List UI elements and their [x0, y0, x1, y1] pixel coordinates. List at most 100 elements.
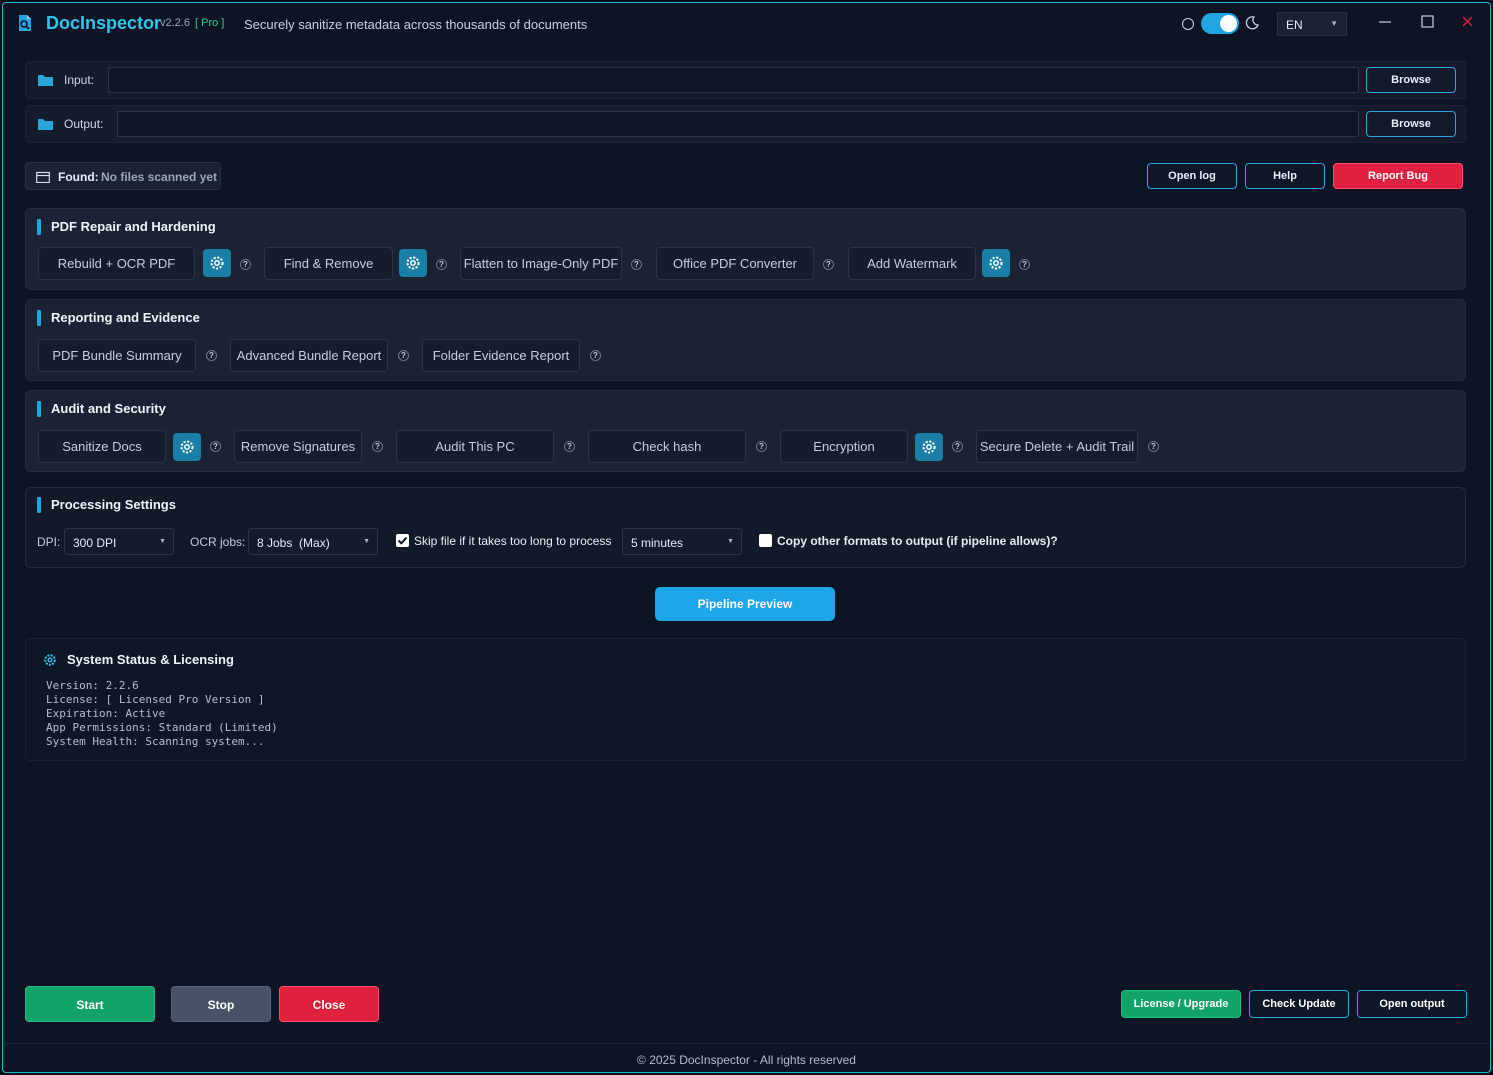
app-tagline: Securely sanitize metadata across thousa…	[244, 17, 588, 32]
find-remove-settings-button[interactable]	[399, 249, 427, 277]
input-browse-button[interactable]: Browse	[1366, 67, 1456, 93]
flatten-image-pdf-button[interactable]: Flatten to Image-Only PDF	[460, 247, 622, 280]
advanced-bundle-report-button[interactable]: Advanced Bundle Report	[230, 339, 388, 372]
help-icon[interactable]: ?	[1148, 441, 1159, 452]
timeout-value: 5 minutes	[631, 536, 684, 550]
output-row: Output: Browse	[25, 105, 1466, 143]
title-bar: DocInspector v2.2.6 [ Pro ] Securely san…	[3, 3, 1490, 45]
status-line-expiration: Expiration: Active	[46, 707, 166, 720]
help-icon[interactable]: ?	[398, 350, 409, 361]
gear-icon	[922, 440, 936, 454]
chevron-down-icon: ▼	[159, 538, 166, 545]
stop-button[interactable]: Stop	[171, 986, 271, 1022]
section-reporting: Reporting and Evidence PDF Bundle Summar…	[25, 299, 1466, 381]
section-title: Audit and Security	[51, 401, 166, 416]
watermark-settings-button[interactable]	[982, 249, 1010, 277]
section-audit-security: Audit and Security Sanitize Docs ? Remov…	[25, 390, 1466, 472]
moon-icon	[1245, 16, 1259, 30]
section-accent-bar	[37, 401, 41, 417]
ocr-jobs-select[interactable]: 8 Jobs (Max) ▼	[248, 528, 378, 555]
report-bug-button[interactable]: Report Bug	[1333, 163, 1463, 189]
help-icon[interactable]: ?	[823, 259, 834, 270]
find-remove-button[interactable]: Find & Remove	[264, 247, 393, 280]
dpi-label: DPI:	[37, 535, 61, 549]
help-icon[interactable]: ?	[206, 350, 217, 361]
toggle-knob	[1220, 15, 1237, 32]
ocr-jobs-label: OCR jobs:	[190, 535, 246, 549]
rebuild-ocr-pdf-button[interactable]: Rebuild + OCR PDF	[38, 247, 195, 280]
dpi-value: 300 DPI	[73, 536, 117, 550]
add-watermark-button[interactable]: Add Watermark	[848, 247, 976, 280]
help-icon[interactable]: ?	[1019, 259, 1030, 270]
chevron-down-icon: ▼	[363, 538, 370, 545]
section-title: PDF Repair and Hardening	[51, 219, 216, 234]
help-icon[interactable]: ?	[756, 441, 767, 452]
chevron-down-icon: ▼	[727, 538, 734, 545]
status-title: System Status & Licensing	[67, 652, 234, 667]
found-status: Found: No files scanned yet	[25, 162, 221, 190]
section-title: Processing Settings	[51, 497, 176, 512]
language-select[interactable]: EN ▼	[1277, 12, 1347, 36]
encryption-button[interactable]: Encryption	[780, 430, 908, 463]
section-pdf-repair: PDF Repair and Hardening Rebuild + OCR P…	[25, 208, 1466, 290]
help-icon[interactable]: ?	[590, 350, 601, 361]
folder-evidence-report-button[interactable]: Folder Evidence Report	[422, 339, 580, 372]
remove-signatures-button[interactable]: Remove Signatures	[234, 430, 362, 463]
close-window-button[interactable]	[1457, 11, 1479, 33]
skip-timeout-checkbox[interactable]	[396, 534, 409, 547]
input-label: Input:	[64, 73, 95, 87]
app-window: DocInspector v2.2.6 [ Pro ] Securely san…	[2, 2, 1491, 1073]
help-icon[interactable]: ?	[631, 259, 642, 270]
sanitize-docs-button[interactable]: Sanitize Docs	[38, 430, 166, 463]
timeout-select[interactable]: 5 minutes ▼	[622, 528, 742, 555]
gear-icon	[44, 654, 56, 666]
audit-this-pc-button[interactable]: Audit This PC	[396, 430, 554, 463]
processing-settings: Processing Settings DPI: 300 DPI ▼ OCR j…	[25, 487, 1466, 568]
close-button[interactable]: Close	[279, 986, 379, 1022]
section-title: Reporting and Evidence	[51, 310, 200, 325]
help-button[interactable]: Help	[1245, 163, 1325, 189]
output-label: Output:	[64, 117, 104, 131]
minimize-button[interactable]	[1374, 11, 1396, 33]
help-icon[interactable]: ?	[436, 259, 447, 270]
found-value: No files scanned yet	[101, 170, 218, 184]
app-version: v2.2.6	[160, 17, 190, 29]
gear-icon	[989, 256, 1003, 270]
status-line-health: System Health: Scanning system...	[46, 735, 265, 748]
encryption-settings-button[interactable]	[915, 433, 943, 461]
office-pdf-converter-button[interactable]: Office PDF Converter	[656, 247, 814, 280]
check-update-button[interactable]: Check Update	[1249, 990, 1349, 1018]
secure-delete-button[interactable]: Secure Delete + Audit Trail	[976, 430, 1138, 463]
output-path-field[interactable]	[117, 111, 1359, 137]
calendar-icon	[36, 171, 50, 183]
help-icon[interactable]: ?	[240, 259, 251, 270]
section-accent-bar	[37, 497, 41, 513]
start-button[interactable]: Start	[25, 986, 155, 1022]
help-icon[interactable]: ?	[564, 441, 575, 452]
input-path-field[interactable]	[108, 67, 1359, 93]
dpi-select[interactable]: 300 DPI ▼	[64, 528, 174, 555]
help-icon[interactable]: ?	[952, 441, 963, 452]
gear-icon	[406, 256, 420, 270]
license-upgrade-button[interactable]: License / Upgrade	[1121, 990, 1241, 1018]
checkmark-icon	[397, 536, 408, 545]
help-icon[interactable]: ?	[210, 441, 221, 452]
sun-icon	[1182, 18, 1194, 30]
pipeline-preview-button[interactable]: Pipeline Preview	[655, 587, 835, 621]
input-row: Input: Browse	[25, 61, 1466, 99]
language-value: EN	[1286, 18, 1303, 32]
check-hash-button[interactable]: Check hash	[588, 430, 746, 463]
output-browse-button[interactable]: Browse	[1366, 111, 1456, 137]
help-icon[interactable]: ?	[372, 441, 383, 452]
open-output-button[interactable]: Open output	[1357, 990, 1467, 1018]
copy-formats-checkbox[interactable]	[759, 534, 772, 547]
found-label: Found:	[58, 170, 99, 184]
rebuild-ocr-settings-button[interactable]	[203, 249, 231, 277]
maximize-button[interactable]	[1416, 11, 1438, 33]
footer-copyright: © 2025 DocInspector - All rights reserve…	[637, 1053, 856, 1067]
pdf-bundle-summary-button[interactable]: PDF Bundle Summary	[38, 339, 196, 372]
open-log-button[interactable]: Open log	[1147, 163, 1237, 189]
theme-toggle[interactable]	[1201, 13, 1239, 34]
app-logo-icon	[19, 15, 31, 31]
sanitize-settings-button[interactable]	[173, 433, 201, 461]
